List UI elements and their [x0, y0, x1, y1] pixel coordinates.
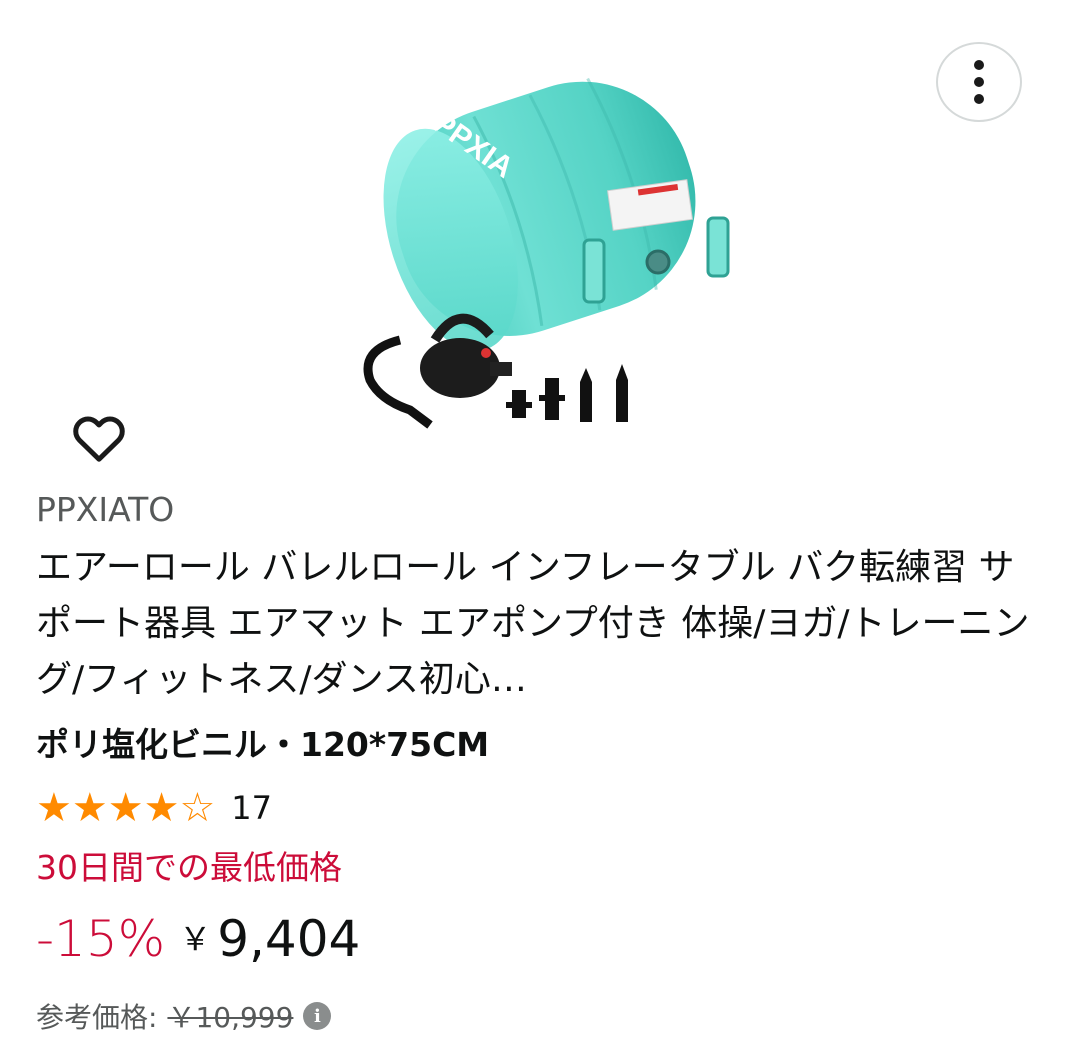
product-image[interactable]: PPXIA: [340, 50, 740, 440]
more-vertical-icon-dot: [974, 94, 984, 104]
price-row: -15% ￥ 9,404: [36, 904, 360, 974]
reference-price-row: 参考価格: ￥10,999 i: [36, 994, 332, 1038]
heart-outline-icon: [73, 416, 125, 462]
deal-badge: 30日間での最低価格: [36, 848, 342, 887]
star-rating: ★ ★ ★ ★ ☆: [36, 786, 215, 830]
more-vertical-icon: [974, 60, 984, 70]
price-value: 9,404: [217, 910, 361, 968]
star-filled-icon: ★: [107, 785, 144, 831]
rating-row[interactable]: ★ ★ ★ ★ ☆ 17: [36, 784, 272, 832]
brand-name[interactable]: PPXIATO: [36, 488, 174, 532]
reference-price-value: ￥10,999: [167, 1001, 294, 1034]
air-pump-illustration: [363, 313, 512, 429]
currency-symbol: ￥: [179, 920, 212, 958]
star-filled-icon: ★: [71, 785, 108, 831]
product-variant: ポリ塩化ビニル・120*75CM: [36, 725, 490, 764]
star-filled-icon: ★: [143, 785, 180, 831]
more-vertical-icon-dot: [974, 77, 984, 87]
discount-percent: -15%: [36, 910, 166, 968]
star-empty-icon: ☆: [179, 785, 216, 831]
star-filled-icon: ★: [36, 785, 72, 831]
reference-price-label: 参考価格:: [36, 1001, 158, 1034]
info-icon[interactable]: i: [303, 1002, 332, 1030]
air-roll-illustration: PPXIA: [363, 77, 730, 429]
more-options-button[interactable]: [936, 42, 1022, 122]
product-title[interactable]: エアーロール バレルロール インフレータブル バク転練習 サポート器具 エアマッ…: [36, 540, 1046, 708]
wishlist-button[interactable]: [68, 408, 130, 468]
rating-count[interactable]: 17: [231, 789, 272, 827]
